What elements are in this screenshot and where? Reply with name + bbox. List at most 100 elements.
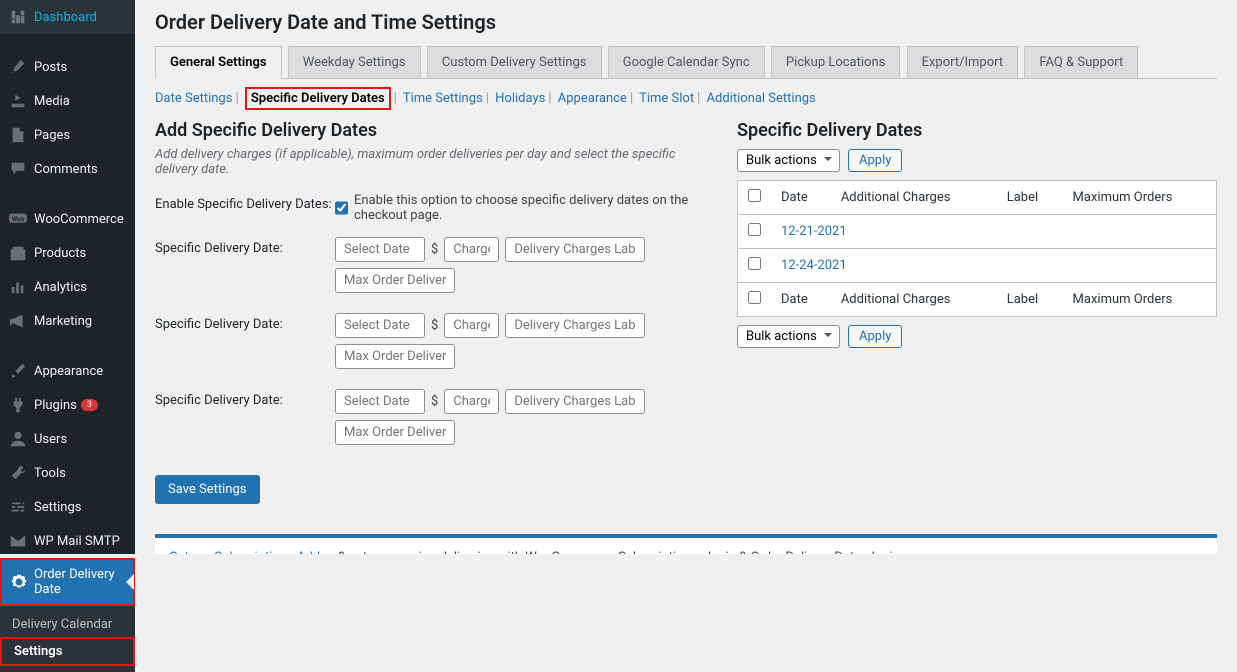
tab-export-import[interactable]: Export/Import — [907, 46, 1019, 78]
sidebar-label: WP Mail SMTP — [34, 534, 120, 549]
sidebar-label: Marketing — [34, 314, 92, 329]
mail-icon — [8, 531, 28, 551]
label-input-3[interactable] — [505, 389, 645, 414]
subtab-appearance[interactable]: Appearance — [558, 91, 627, 106]
dates-list-heading: Specific Delivery Dates — [737, 120, 1217, 141]
page-icon — [8, 125, 28, 145]
tab-google-calendar[interactable]: Google Calendar Sync — [608, 46, 765, 78]
tab-general-settings[interactable]: General Settings — [155, 46, 282, 79]
footer-link[interactable]: Get our Subscriptions Addon — [169, 550, 335, 554]
enable-checkbox[interactable] — [335, 200, 348, 216]
sidebar-item-media[interactable]: Media — [0, 84, 135, 118]
gear-icon — [10, 572, 28, 592]
sidebar-label: WooCommerce — [34, 212, 124, 227]
tab-custom-delivery[interactable]: Custom Delivery Settings — [427, 46, 602, 78]
tab-weekday-settings[interactable]: Weekday Settings — [288, 46, 421, 78]
select-all-top[interactable] — [748, 189, 761, 202]
bulk-actions-select-top[interactable]: Bulk actions — [737, 149, 840, 172]
sidebar-label: Settings — [34, 500, 81, 515]
analytics-icon — [8, 277, 28, 297]
media-icon — [8, 91, 28, 111]
subtab-time-slot[interactable]: Time Slot — [639, 91, 694, 106]
apply-button-bottom[interactable]: Apply — [848, 325, 902, 348]
sidebar-label: Posts — [34, 60, 67, 75]
sidebar-item-pages[interactable]: Pages — [0, 118, 135, 152]
sidebar-label: Appearance — [34, 364, 103, 379]
apply-button-top[interactable]: Apply — [848, 149, 902, 172]
sidebar-item-settings[interactable]: Settings — [0, 490, 135, 524]
sidebar-item-posts[interactable]: Posts — [0, 50, 135, 84]
subtab-holidays[interactable]: Holidays — [495, 91, 545, 106]
subtab-bar: Date Settings| Specific Delivery Dates| … — [155, 87, 1217, 110]
dates-table: Date Additional Charges Label Maximum Or… — [737, 180, 1217, 317]
charges-input-2[interactable] — [444, 313, 499, 338]
save-settings-button[interactable]: Save Settings — [155, 475, 260, 504]
th-date[interactable]: Date — [771, 181, 831, 215]
sidebar-label: Plugins — [34, 398, 77, 413]
plugin-icon — [8, 395, 28, 415]
sidebar-label: Media — [34, 94, 70, 109]
sidebar-label: Order Delivery Date — [34, 567, 125, 597]
sidebar-item-appearance[interactable]: Appearance — [0, 354, 135, 388]
row-label-3: Specific Delivery Date: — [155, 389, 335, 451]
footer-notice: Get our Subscriptions Addon & setup recu… — [155, 534, 1217, 554]
charges-input-1[interactable] — [444, 237, 499, 262]
tab-pickup-locations[interactable]: Pickup Locations — [771, 46, 900, 78]
subtab-specific-delivery-dates[interactable]: Specific Delivery Dates — [245, 87, 391, 110]
sidebar-item-wp-mail-smtp[interactable]: WP Mail SMTP — [0, 524, 135, 558]
select-all-bottom[interactable] — [748, 291, 761, 304]
row-checkbox[interactable] — [748, 223, 761, 236]
subtab-date-settings[interactable]: Date Settings — [155, 91, 232, 106]
sidebar-item-users[interactable]: Users — [0, 422, 135, 456]
tools-icon — [8, 463, 28, 483]
max-input-2[interactable] — [335, 344, 455, 369]
date-input-1[interactable] — [335, 237, 425, 262]
bulk-actions-select-bottom[interactable]: Bulk actions — [737, 325, 840, 348]
brush-icon — [8, 361, 28, 381]
row-label-1: Specific Delivery Date: — [155, 237, 335, 299]
row-date[interactable]: 12-21-2021 — [771, 215, 1217, 249]
footer-text: & setup recurring deliveries with WooCom… — [335, 550, 903, 554]
dashboard-icon — [8, 7, 28, 27]
th-max[interactable]: Maximum Orders — [1063, 181, 1217, 215]
label-input-1[interactable] — [505, 237, 645, 262]
enable-checkbox-label[interactable]: Enable this option to choose specific de… — [335, 193, 697, 223]
tf-max[interactable]: Maximum Orders — [1063, 283, 1217, 317]
sidebar-item-tools[interactable]: Tools — [0, 456, 135, 490]
label-input-2[interactable] — [505, 313, 645, 338]
sidebar-item-plugins[interactable]: Plugins 3 — [0, 388, 135, 422]
tf-date[interactable]: Date — [771, 283, 831, 317]
submenu-delivery-calendar[interactable]: Delivery Calendar — [0, 612, 135, 637]
comment-icon — [8, 159, 28, 179]
subtab-time-settings[interactable]: Time Settings — [403, 91, 483, 106]
update-badge: 3 — [81, 399, 98, 411]
sidebar-item-woocommerce[interactable]: Woo WooCommerce — [0, 202, 135, 236]
subtab-additional-settings[interactable]: Additional Settings — [707, 91, 816, 106]
row-checkbox[interactable] — [748, 257, 761, 270]
th-charges[interactable]: Additional Charges — [831, 181, 997, 215]
date-input-2[interactable] — [335, 313, 425, 338]
sidebar-label: Analytics — [34, 280, 87, 295]
woocommerce-icon: Woo — [8, 209, 28, 229]
sidebar-item-dashboard[interactable]: Dashboard — [0, 0, 135, 34]
sidebar-label: Pages — [34, 128, 70, 143]
add-dates-heading: Add Specific Delivery Dates — [155, 120, 697, 141]
sidebar-label: Comments — [34, 162, 98, 177]
sidebar-item-marketing[interactable]: Marketing — [0, 304, 135, 338]
submenu-settings[interactable]: Settings — [0, 637, 135, 666]
charges-input-3[interactable] — [444, 389, 499, 414]
tf-charges[interactable]: Additional Charges — [831, 283, 997, 317]
row-date[interactable]: 12-24-2021 — [771, 249, 1217, 283]
max-input-1[interactable] — [335, 268, 455, 293]
date-input-3[interactable] — [335, 389, 425, 414]
add-dates-section: Add Specific Delivery Dates Add delivery… — [155, 120, 697, 504]
tab-faq-support[interactable]: FAQ & Support — [1024, 46, 1138, 78]
sidebar-label: Users — [34, 432, 67, 447]
th-label[interactable]: Label — [997, 181, 1063, 215]
tf-label[interactable]: Label — [997, 283, 1063, 317]
sidebar-item-comments[interactable]: Comments — [0, 152, 135, 186]
sidebar-item-products[interactable]: Products — [0, 236, 135, 270]
sidebar-item-order-delivery-date[interactable]: Order Delivery Date — [0, 558, 135, 606]
sidebar-item-analytics[interactable]: Analytics — [0, 270, 135, 304]
max-input-3[interactable] — [335, 420, 455, 445]
